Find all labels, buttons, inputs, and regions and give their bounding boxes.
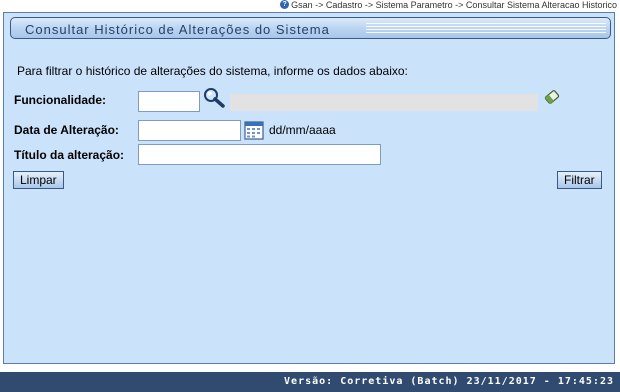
data-alteracao-label: Data de Alteração: — [14, 123, 119, 137]
magnifier-search-icon[interactable] — [202, 87, 226, 112]
funcionalidade-description — [230, 94, 538, 111]
funcionalidade-label: Funcionalidade: — [14, 93, 107, 107]
help-icon[interactable]: ? — [280, 0, 290, 9]
footer-version: Versão: Corretiva (Batch) 23/11/2017 - 1… — [0, 372, 620, 392]
breadcrumb: ? Gsan -> Cadastro -> Sistema Parametro -… — [0, 0, 617, 11]
eraser-icon[interactable] — [543, 88, 561, 109]
data-alteracao-input[interactable] — [138, 120, 241, 141]
filtrar-button[interactable]: Filtrar — [557, 171, 602, 189]
title-decoration — [366, 23, 606, 34]
titulo-alteracao-label: Título da alteração: — [14, 148, 125, 162]
limpar-button[interactable]: Limpar — [13, 171, 64, 189]
breadcrumb-text: Gsan -> Cadastro -> Sistema Parametro ->… — [291, 0, 617, 10]
calendar-icon[interactable] — [244, 120, 264, 143]
filter-panel: Consultar Histórico de Alterações do Sis… — [3, 12, 615, 364]
titulo-alteracao-input[interactable] — [138, 144, 381, 165]
panel-title-bar: Consultar Histórico de Alterações do Sis… — [10, 17, 611, 39]
page-title: Consultar Histórico de Alterações do Sis… — [25, 22, 330, 37]
date-format-hint: dd/mm/aaaa — [269, 123, 336, 137]
intro-text: Para filtrar o histórico de alterações d… — [17, 64, 408, 78]
funcionalidade-input[interactable] — [138, 91, 200, 112]
